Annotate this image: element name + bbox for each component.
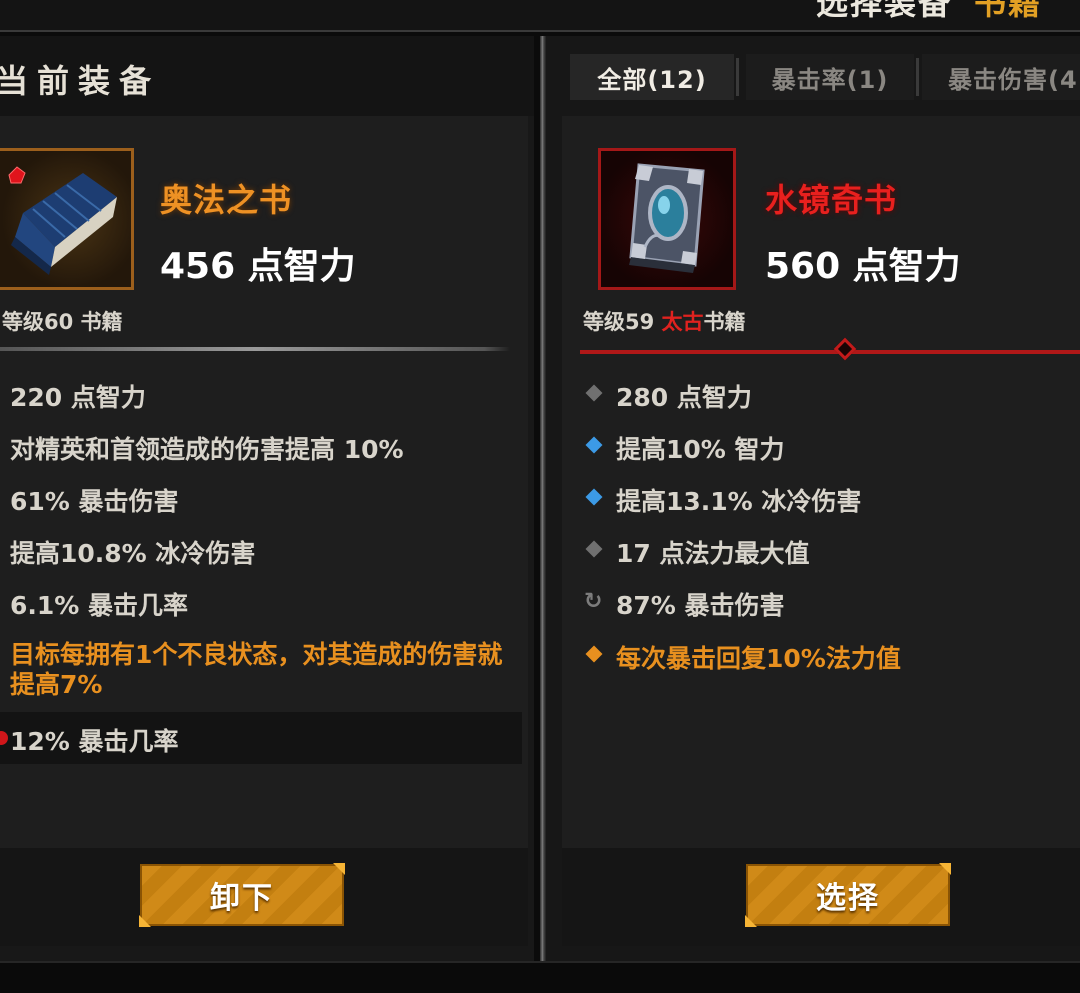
current-affix: 6.1% 暴击几率: [10, 591, 189, 620]
current-item-primary-stat: 456 点智力: [160, 246, 356, 287]
current-item-slot[interactable]: [0, 148, 134, 290]
bottom-bar: [0, 961, 1080, 993]
current-legendary-affix: 目标每拥有1个不良状态，对其造成的伤害就提高7%: [10, 640, 503, 699]
button-corner-ornament: [745, 915, 757, 927]
blue-book-icon: [8, 166, 117, 275]
candidate-item-level: 等级59: [583, 310, 662, 334]
candidate-legendary-affix: 每次暴击回复10%法力值: [616, 644, 901, 673]
tab-all[interactable]: 全部(12): [570, 54, 734, 100]
select-button[interactable]: 选择: [745, 863, 951, 927]
select-button-label: 选择: [816, 881, 880, 916]
screen-title-main: 选择装备: [815, 0, 952, 22]
top-rule: [0, 30, 1080, 32]
candidate-item-slot[interactable]: [598, 148, 736, 290]
candidate-affix: 87% 暴击伤害: [616, 591, 785, 620]
screen-title-category: 书籍: [973, 0, 1042, 22]
unequip-button-label: 卸下: [210, 881, 274, 916]
candidate-affix: 17 点法力最大值: [616, 539, 810, 568]
candidate-item-kind: 书籍: [703, 310, 746, 334]
candidate-item-type: 等级59 太古书籍: [583, 306, 746, 336]
current-affix: 61% 暴击伤害: [10, 487, 179, 516]
current-affix: 提高10.8% 冰冷伤害: [10, 539, 256, 568]
current-stats-divider: [0, 347, 510, 351]
candidate-affix: 提高10% 智力: [616, 435, 785, 464]
tab-crit-chance[interactable]: 暴击率(1): [746, 54, 914, 100]
candidate-affix: 280 点智力: [616, 383, 752, 412]
button-corner-ornament: [139, 915, 151, 927]
ancient-quality-label: 太古: [661, 310, 704, 334]
tab-crit-damage[interactable]: 暴击伤害(4: [922, 54, 1080, 100]
current-socket-text: 12% 暴击几率: [10, 727, 179, 756]
current-item-name: 奥法之书: [160, 181, 293, 219]
candidate-affix: 提高13.1% 冰冷伤害: [616, 487, 862, 516]
current-affix: 对精英和首领造成的伤害提高 10%: [10, 435, 404, 464]
tab-separator: [916, 58, 919, 96]
candidate-item-name: 水镜奇书: [765, 181, 898, 219]
screen-title: 选择装备 书籍: [816, 0, 1042, 24]
button-corner-ornament: [939, 863, 951, 875]
current-item-type: 等级60 书籍: [2, 310, 123, 334]
current-equipment-title: 当前装备: [0, 62, 161, 100]
tab-separator: [736, 58, 739, 96]
mirror-book-icon: [629, 163, 705, 273]
current-affix: 220 点智力: [10, 383, 146, 412]
candidate-item-primary-stat: 560 点智力: [765, 246, 961, 287]
candidate-stats-divider: [580, 350, 1080, 354]
unequip-button[interactable]: 卸下: [139, 863, 345, 927]
reroll-icon: ↻: [584, 589, 603, 614]
button-corner-ornament: [333, 863, 345, 875]
